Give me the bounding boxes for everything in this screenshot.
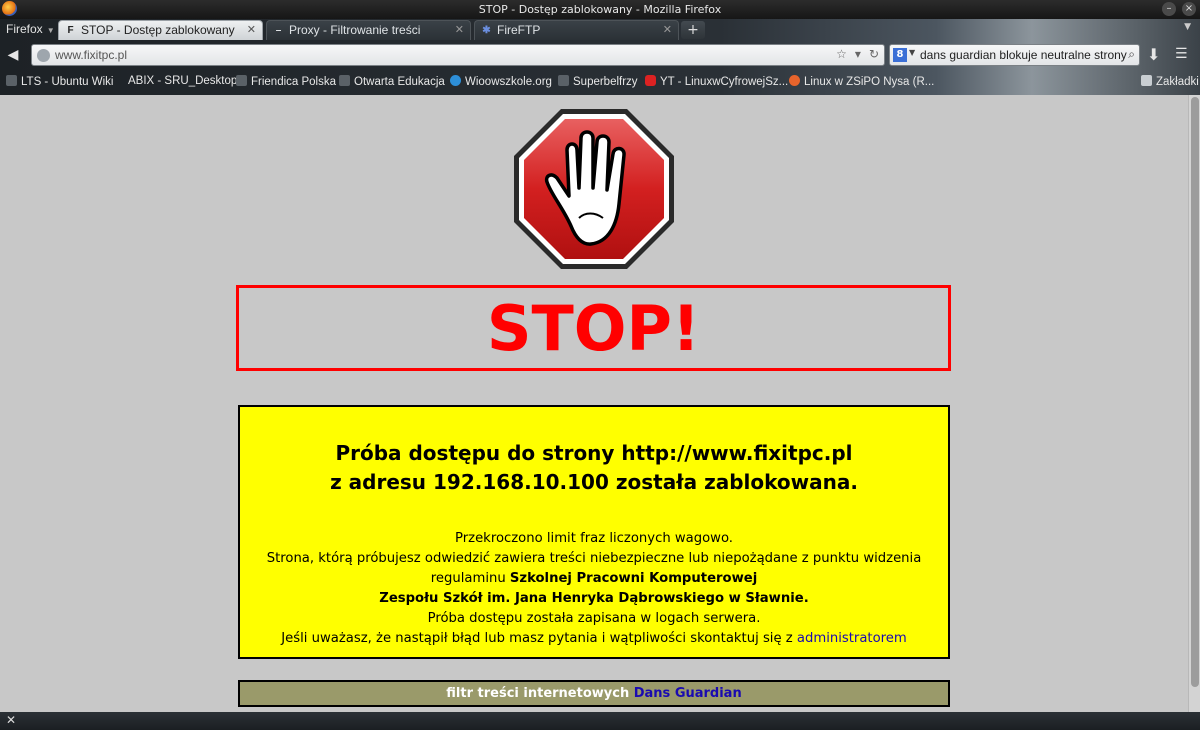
firefox-menu-label: Firefox [6, 22, 43, 36]
favicon-f-icon: F [67, 25, 74, 36]
close-tab-icon[interactable]: ✕ [663, 21, 672, 39]
chevron-down-icon[interactable]: ▼ [909, 48, 915, 57]
page-icon [558, 75, 569, 86]
bookmark-label: Superbelfrzy [573, 76, 638, 88]
stop-hand-icon [514, 109, 674, 269]
footer-text: filtr treści internetowych [446, 686, 634, 701]
reason-text: Strona, którą próbujesz odwiedzić zawier… [266, 551, 922, 566]
navigation-toolbar: ◀ www.fixitpc.pl ☆ ▾ ↻ 8 ▼ dans guardian… [0, 40, 1200, 69]
bookmark-yt[interactable]: YT - LinuxwCyfrowejSz... [645, 75, 788, 88]
limit-text: Przekroczono limit fraz liczonych wagowo… [455, 531, 733, 546]
chevron-down-icon: ▼ [46, 26, 55, 35]
contact-text: Jeśli uważasz, że nastąpił błąd lub masz… [240, 629, 948, 649]
regulation-text: regulaminu Szkolnej Pracowni Komputerowe… [240, 569, 948, 589]
bookmark-label: LTS - Ubuntu Wiki [21, 76, 114, 88]
url-bar[interactable]: www.fixitpc.pl ☆ ▾ ↻ [31, 44, 885, 66]
administrator-link[interactable]: administratorem [797, 631, 907, 646]
stop-heading: STOP! [486, 291, 701, 365]
tab-stop[interactable]: F STOP - Dostęp zablokowany ✕ [58, 20, 263, 40]
page-icon [339, 75, 350, 86]
close-window-icon[interactable]: × [1182, 2, 1196, 16]
page-icon: – [275, 25, 282, 36]
back-button[interactable]: ◀ [4, 46, 22, 64]
dans-guardian-link[interactable]: Dans Guardian [634, 686, 742, 701]
window-title: STOP - Dostęp zablokowany - Mozilla Fire… [478, 3, 722, 16]
tab-strip: Firefox ▼ F STOP - Dostęp zablokowany ✕ –… [0, 19, 1200, 40]
history-dropdown-icon[interactable]: ▾ [855, 47, 861, 61]
bookmark-otwarta-edukacja[interactable]: Otwarta Edukacja [339, 75, 445, 88]
wio-icon [450, 75, 461, 86]
url-bar-icons: ☆ ▾ ↻ [836, 47, 879, 61]
bookmark-lts-ubuntu-wiki[interactable]: LTS - Ubuntu Wiki [6, 75, 113, 88]
block-headline: Próba dostępu do strony http://www.fixit… [240, 439, 948, 497]
downloads-icon[interactable]: ⬇ [1147, 45, 1160, 64]
lab-name: Szkolnej Pracowni Komputerowej [509, 571, 758, 586]
close-tab-icon[interactable]: ✕ [455, 21, 464, 39]
search-bar[interactable]: 8 ▼ dans guardian blokuje neutralne stro… [889, 44, 1140, 66]
block-notice: Próba dostępu do strony http://www.fixit… [238, 405, 950, 659]
search-icon[interactable]: ⌕ [1128, 47, 1135, 62]
tab-label: FireFTP [497, 23, 541, 37]
bookmark-label: Wioowszkole.org [465, 76, 552, 88]
block-details: Przekroczono limit fraz liczonych wagowo… [240, 529, 948, 649]
filter-footer: filtr treści internetowych Dans Guardian [238, 680, 950, 707]
bookmark-wioowszkole[interactable]: Wioowszkole.org [450, 75, 552, 88]
stop-banner: STOP! [236, 285, 951, 371]
url-text[interactable]: www.fixitpc.pl [55, 48, 127, 62]
youtube-icon [645, 75, 656, 86]
tab-label: Proxy - Filtrowanie treści [289, 23, 421, 37]
site-identity-icon[interactable] [37, 49, 50, 62]
new-tab-button[interactable]: + [681, 21, 705, 39]
bookmark-label: Friendica Polska [251, 76, 337, 88]
log-text: Próba dostępu została zapisana w logach … [427, 611, 761, 626]
regulation-prefix: regulaminu [430, 571, 510, 586]
school-name-text: Zespołu Szkół im. Jana Henryka Dąbrowski… [379, 591, 809, 606]
page-icon [6, 75, 17, 86]
bookmark-linux-zsipo[interactable]: Linux w ZSiPO Nysa (R... [789, 75, 934, 88]
page-icon [236, 75, 247, 86]
search-engine-icon[interactable]: 8 [893, 48, 907, 62]
bookmarks-menu-button[interactable]: Zakładki [1141, 75, 1199, 88]
fireftp-icon: ✱ [482, 25, 491, 36]
status-bar: ✕ [0, 712, 1200, 730]
tab-fireftp[interactable]: ✱ FireFTP ✕ [474, 20, 679, 40]
scrollbar-thumb[interactable] [1191, 97, 1199, 687]
bookmarks-icon [1141, 75, 1152, 86]
close-tab-icon[interactable]: ✕ [247, 21, 256, 39]
tab-proxy[interactable]: – Proxy - Filtrowanie treści ✕ [266, 20, 471, 40]
tab-label: STOP - Dostęp zablokowany [81, 23, 235, 37]
minimize-icon[interactable]: – [1162, 2, 1176, 16]
reload-icon[interactable]: ↻ [869, 47, 879, 61]
search-input[interactable]: dans guardian blokuje neutralne strony [920, 48, 1127, 62]
list-all-tabs-icon[interactable]: ▼ [1184, 22, 1191, 32]
browser-chrome: Firefox ▼ F STOP - Dostęp zablokowany ✕ –… [0, 19, 1200, 95]
bookmark-star-icon[interactable]: ☆ [836, 47, 847, 61]
bookmark-label: Linux w ZSiPO Nysa (R... [804, 76, 935, 88]
joomla-icon [789, 75, 800, 86]
bookmark-label: YT - LinuxwCyfrowejSz... [660, 76, 789, 88]
bookmark-label: ABIX - SRU_Desktop [128, 75, 238, 87]
bookmark-abix[interactable]: ABIX - SRU_Desktop [128, 75, 237, 87]
window-controls: – × [1162, 2, 1196, 16]
bookmark-friendica[interactable]: Friendica Polska [236, 75, 336, 88]
bookmark-label: Otwarta Edukacja [354, 76, 445, 88]
menu-icon[interactable]: ☰ [1175, 46, 1188, 62]
page-scrollbar[interactable] [1188, 95, 1200, 712]
headline-line-1: Próba dostępu do strony http://www.fixit… [335, 441, 853, 465]
window-titlebar: STOP - Dostęp zablokowany - Mozilla Fire… [0, 0, 1200, 19]
school-name: Zespołu Szkół im. Jana Henryka Dąbrowski… [240, 589, 948, 609]
headline-line-2: z adresu 192.168.10.100 została zablokow… [330, 470, 858, 494]
firefox-menu-button[interactable]: Firefox ▼ [0, 19, 61, 39]
contact-prefix: Jeśli uważasz, że nastąpił błąd lub masz… [281, 631, 797, 646]
bookmarks-toolbar: LTS - Ubuntu Wiki ABIX - SRU_Desktop Fri… [0, 71, 1200, 93]
bookmark-label: Zakładki [1156, 76, 1199, 88]
close-icon[interactable]: ✕ [6, 713, 16, 727]
bookmark-superbelfrzy[interactable]: Superbelfrzy [558, 75, 638, 88]
